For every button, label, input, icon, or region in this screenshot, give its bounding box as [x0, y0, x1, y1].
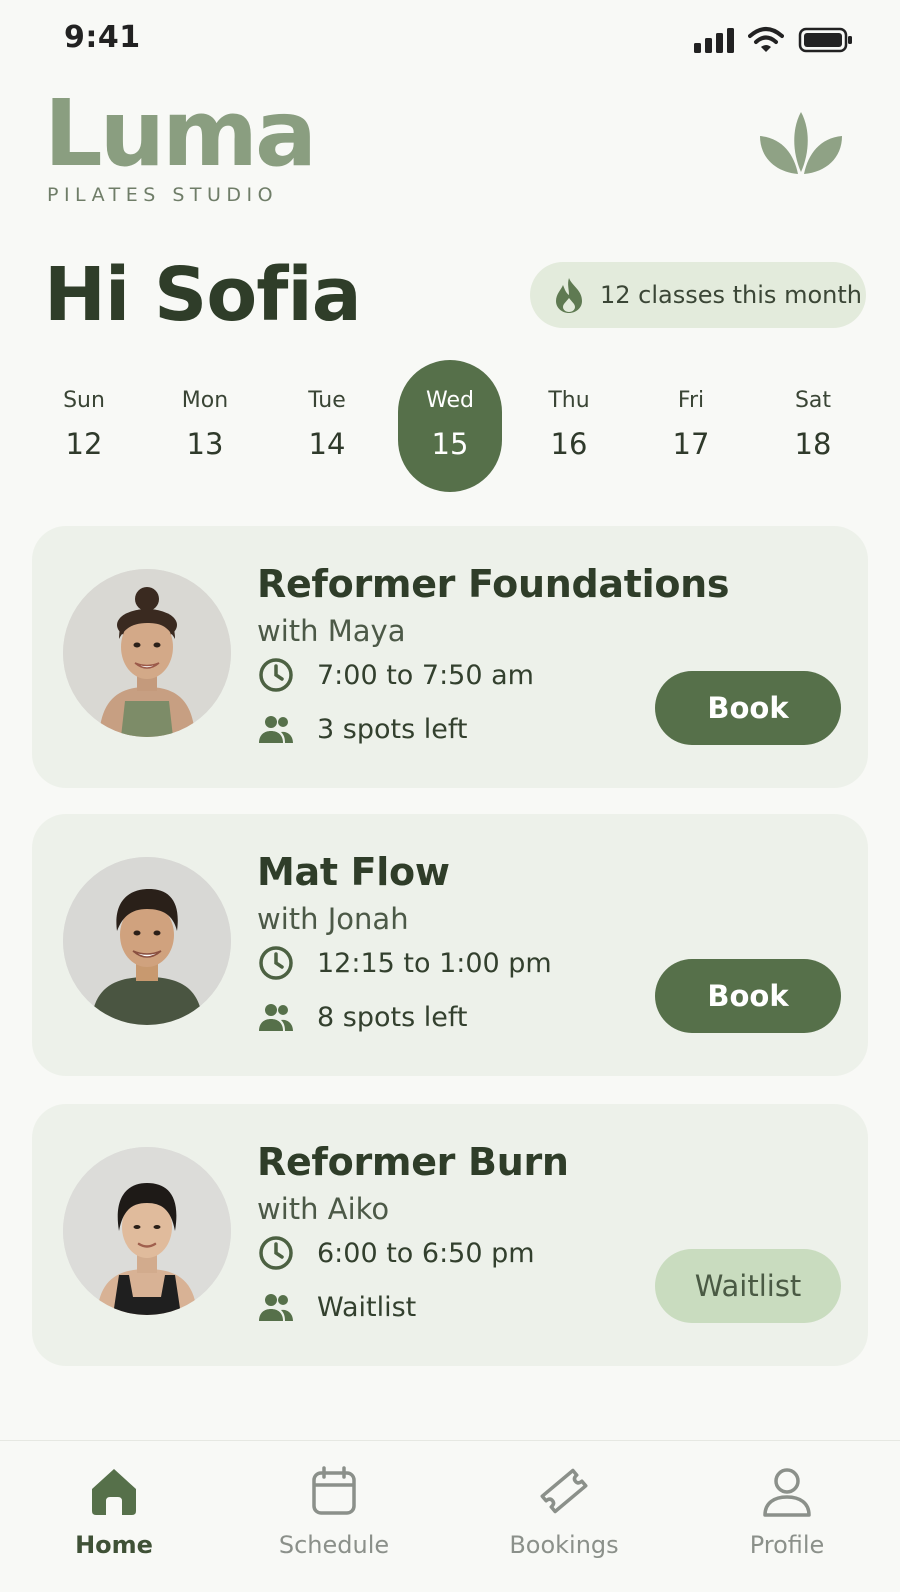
class-instructor: with Jonah — [257, 902, 409, 936]
day-name: Sat — [794, 388, 832, 413]
book-button[interactable]: Book — [655, 959, 841, 1033]
class-card[interactable]: Reformer Foundations with Maya 7:00 to 7… — [32, 526, 868, 788]
class-spots-row: 3 spots left — [257, 710, 467, 748]
instructor-avatar — [63, 1147, 231, 1315]
clock-icon — [259, 1236, 293, 1270]
profile-icon — [763, 1468, 811, 1517]
tab-label: Home — [75, 1531, 153, 1559]
waitlist-button[interactable]: Waitlist — [655, 1249, 841, 1323]
book-button[interactable]: Book — [655, 671, 841, 745]
class-time: 7:00 to 7:50 am — [317, 659, 534, 691]
day-date: 12 — [65, 427, 103, 461]
day-wed-selected[interactable]: Wed 15 — [398, 360, 502, 492]
day-name: Sun — [63, 388, 105, 413]
tab-label: Profile — [749, 1531, 825, 1559]
class-spots-row: Waitlist — [257, 1288, 416, 1326]
status-bar: 9:41 — [0, 0, 900, 80]
class-time: 12:15 to 1:00 pm — [317, 947, 552, 979]
class-time: 6:00 to 6:50 pm — [317, 1237, 535, 1269]
class-title: Mat Flow — [257, 850, 450, 894]
day-sun[interactable]: Sun 12 — [32, 360, 136, 492]
day-name: Tue — [308, 388, 346, 413]
day-date: 13 — [186, 427, 224, 461]
class-spots: Waitlist — [317, 1291, 417, 1323]
flame-icon — [556, 278, 582, 313]
clock-icon — [259, 946, 293, 980]
bottom-tab-bar: Home Schedule Bookings Profile — [0, 1440, 900, 1592]
home-icon — [92, 1469, 136, 1515]
brand-logo: Luma PILATES STUDIO — [44, 80, 317, 207]
tab-label: Schedule — [278, 1531, 390, 1559]
day-mon[interactable]: Mon 13 — [153, 360, 257, 492]
day-thu[interactable]: Thu 16 — [517, 360, 621, 492]
clock-icon — [259, 658, 293, 692]
tab-bookings[interactable]: Bookings — [484, 1463, 644, 1559]
day-name: Mon — [181, 388, 229, 413]
class-card[interactable]: Mat Flow with Jonah 12:15 to 1:00 pm 8 s… — [32, 814, 868, 1076]
tab-home[interactable]: Home — [34, 1463, 194, 1559]
tab-label: Bookings — [509, 1531, 619, 1559]
class-instructor: with Maya — [257, 614, 406, 648]
class-card[interactable]: Reformer Burn with Aiko 6:00 to 6:50 pm … — [32, 1104, 868, 1366]
day-sat[interactable]: Sat 18 — [761, 360, 865, 492]
brand-tagline: PILATES STUDIO — [47, 184, 279, 206]
status-time: 9:41 — [64, 20, 141, 55]
day-tue[interactable]: Tue 14 — [275, 360, 379, 492]
class-time-row: 12:15 to 1:00 pm — [257, 944, 552, 982]
wifi-icon — [748, 27, 784, 52]
tab-profile[interactable]: Profile — [707, 1463, 867, 1559]
day-date: 14 — [308, 427, 346, 461]
day-name: Wed — [426, 388, 474, 413]
class-spots: 8 spots left — [317, 1001, 468, 1033]
greeting-title: Hi Sofia — [44, 252, 362, 338]
day-fri[interactable]: Fri 17 — [639, 360, 743, 492]
status-icons — [694, 26, 854, 54]
instructor-avatar — [63, 569, 231, 737]
class-spots: 3 spots left — [317, 713, 468, 745]
day-date: 15 — [431, 427, 469, 461]
day-date: 16 — [550, 427, 588, 461]
class-spots-row: 8 spots left — [257, 998, 467, 1036]
class-instructor: with Aiko — [257, 1192, 390, 1226]
class-time-row: 6:00 to 6:50 pm — [257, 1234, 535, 1272]
ticket-icon — [540, 1468, 588, 1514]
class-title: Reformer Foundations — [257, 562, 730, 606]
people-icon — [259, 1294, 293, 1321]
monthly-streak-badge: 12 classes this month — [530, 262, 866, 328]
day-name: Thu — [548, 388, 590, 413]
streak-text: 12 classes this month — [600, 281, 862, 309]
people-icon — [259, 1004, 293, 1031]
cellular-signal-icon — [694, 27, 734, 53]
brand-name: Luma — [44, 80, 317, 187]
battery-icon — [798, 27, 852, 53]
leaf-logo-icon — [760, 112, 842, 174]
people-icon — [259, 716, 293, 743]
day-name: Fri — [677, 388, 705, 413]
calendar-icon — [312, 1466, 356, 1515]
week-day-selector: Sun 12 Mon 13 Tue 14 Wed 15 Thu 16 Fri 1… — [32, 360, 868, 496]
day-date: 17 — [672, 427, 710, 461]
class-title: Reformer Burn — [257, 1140, 569, 1184]
instructor-avatar — [63, 857, 231, 1025]
tab-schedule[interactable]: Schedule — [254, 1463, 414, 1559]
day-date: 18 — [794, 427, 832, 461]
class-time-row: 7:00 to 7:50 am — [257, 656, 534, 694]
